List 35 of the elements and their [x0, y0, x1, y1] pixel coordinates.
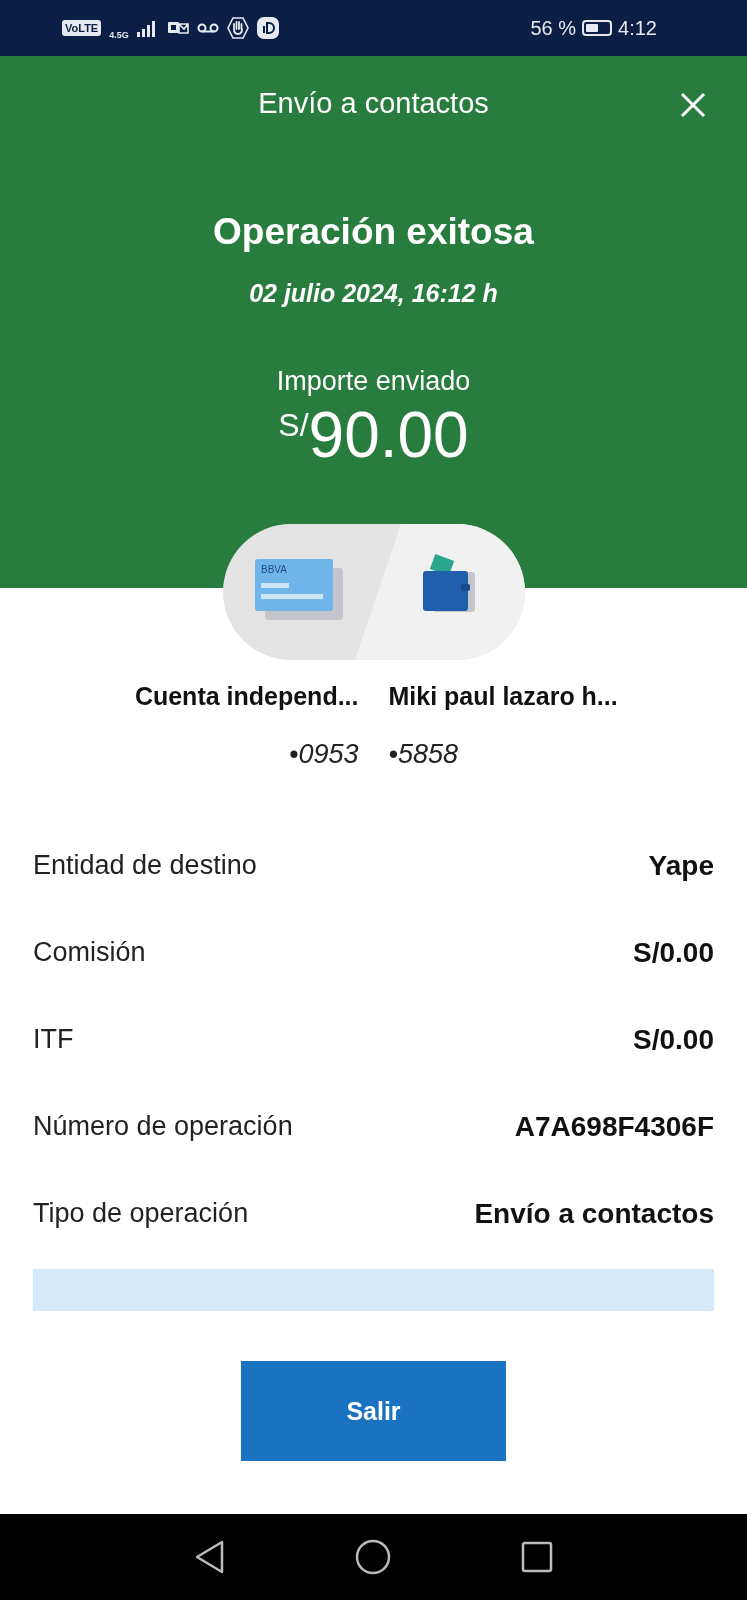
network-badge: VoLTE — [62, 20, 102, 36]
recipient-name: Miki paul lazaro h... — [388, 682, 618, 711]
amount-label: Importe enviado — [276, 366, 471, 397]
back-icon[interactable] — [194, 1540, 225, 1574]
close-icon[interactable] — [679, 91, 707, 119]
detail-label: Número de operación — [33, 1111, 293, 1142]
detail-value: S/0.00 — [633, 1023, 714, 1056]
battery-icon — [582, 20, 613, 36]
detail-label: Comisión — [33, 937, 146, 968]
network-type: 4.5G — [109, 30, 129, 40]
detail-value: A7A698F4306F — [514, 1110, 714, 1143]
detail-label: ITF — [33, 1024, 74, 1055]
detail-label: Tipo de operación — [33, 1198, 249, 1229]
amount-value: 90.00 — [308, 399, 469, 471]
battery-percent: 56 % — [530, 16, 577, 40]
success-heading: Operación exitosa — [213, 211, 534, 253]
detail-value: Yape — [648, 849, 714, 882]
clock: 4:12 — [618, 16, 657, 40]
hand-icon — [226, 17, 249, 39]
detail-value: S/0.00 — [633, 936, 714, 969]
exit-button[interactable]: Salir — [241, 1361, 506, 1461]
operation-date: 02 julio 2024, 16:12 h — [249, 279, 498, 308]
app-icon — [256, 17, 279, 39]
voicemail-icon — [196, 22, 219, 34]
currency-symbol: S/ — [278, 407, 309, 443]
transfer-drawing: BBVA — [222, 524, 525, 660]
screen-title: Envío a contactos — [258, 87, 489, 120]
recents-icon[interactable] — [520, 1541, 553, 1573]
detail-label: Entidad de destino — [33, 850, 257, 881]
account-number: •0953 — [288, 739, 359, 770]
detail-value: Envío a contactos — [474, 1197, 714, 1230]
mail-icon — [166, 20, 189, 36]
account-name: Cuenta independ... — [134, 682, 359, 711]
home-icon[interactable] — [354, 1539, 391, 1575]
recipient-number: •5858 — [388, 739, 459, 770]
